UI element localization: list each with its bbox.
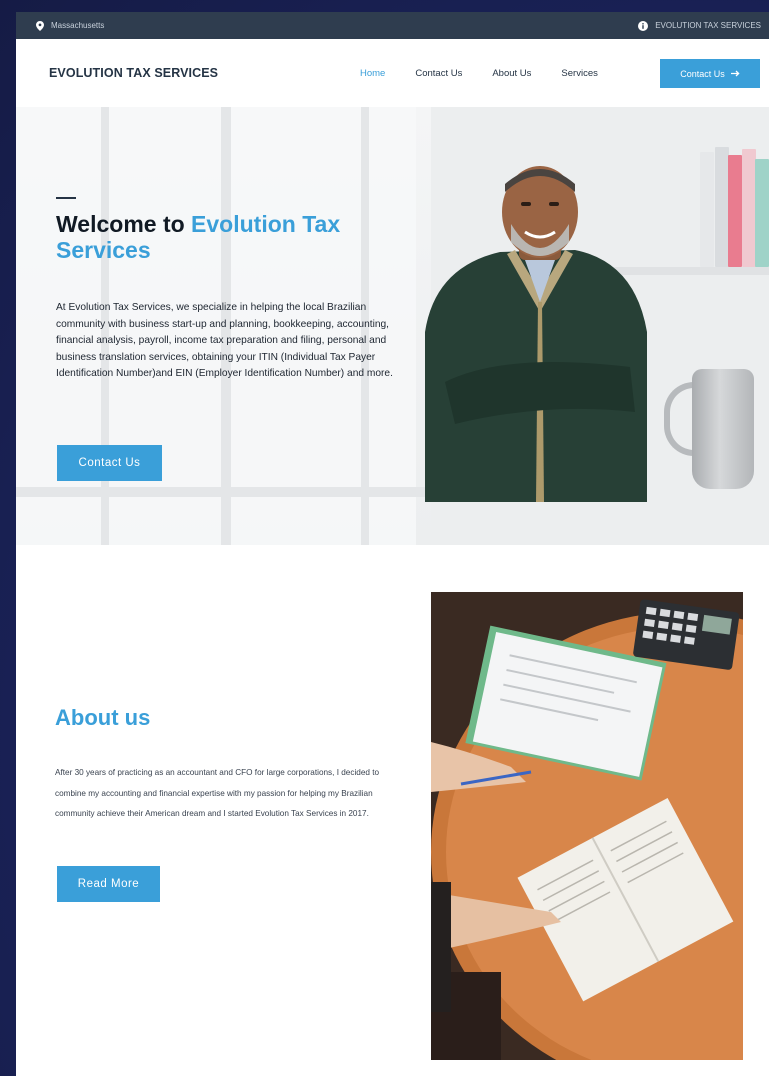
- book: [742, 149, 756, 267]
- info-icon: [638, 20, 649, 31]
- header-contact-label: Contact Us: [680, 68, 725, 79]
- pitcher: [692, 369, 754, 489]
- location-info: Massachusetts: [36, 20, 105, 31]
- main-nav: Home Contact Us About Us Services: [360, 68, 628, 79]
- accounting-desk-photo: [431, 592, 743, 1060]
- top-info-bar: Massachusetts EVOLUTION TAX SERVICES: [16, 12, 769, 39]
- header-contact-button[interactable]: Contact Us: [660, 59, 760, 88]
- about-section: About us After 30 years of practicing as…: [16, 545, 769, 1076]
- nav-services[interactable]: Services: [561, 68, 597, 79]
- hero-contact-button[interactable]: Contact Us: [57, 445, 162, 481]
- book: [715, 147, 729, 267]
- read-more-button[interactable]: Read More: [57, 866, 160, 902]
- company-text: EVOLUTION TAX SERVICES: [655, 21, 761, 30]
- arrow-right-icon: [730, 69, 740, 79]
- book: [728, 155, 742, 267]
- location-text: Massachusetts: [51, 21, 105, 30]
- hero-title: Welcome to Evolution Tax Services: [56, 211, 386, 263]
- site-logo[interactable]: EVOLUTION TAX SERVICES: [49, 66, 218, 80]
- nav-about-us[interactable]: About Us: [492, 68, 531, 79]
- nav-contact-us[interactable]: Contact Us: [415, 68, 462, 79]
- map-pin-icon: [36, 20, 44, 31]
- web-page: Massachusetts EVOLUTION TAX SERVICES EVO…: [16, 12, 769, 1076]
- book: [700, 152, 714, 267]
- hero-divider-line: [56, 197, 76, 199]
- book: [755, 159, 769, 267]
- site-header: EVOLUTION TAX SERVICES Home Contact Us A…: [16, 39, 769, 107]
- hero-title-prefix: Welcome to: [56, 211, 192, 237]
- about-title: About us: [55, 705, 151, 730]
- hero-description: At Evolution Tax Services, we specialize…: [56, 302, 393, 379]
- man-portrait: [425, 166, 647, 502]
- hero-section: Welcome to Evolution Tax Services At Evo…: [16, 107, 769, 545]
- company-info: EVOLUTION TAX SERVICES: [638, 20, 761, 31]
- about-description: After 30 years of practicing as an accou…: [55, 768, 380, 818]
- nav-home[interactable]: Home: [360, 68, 385, 79]
